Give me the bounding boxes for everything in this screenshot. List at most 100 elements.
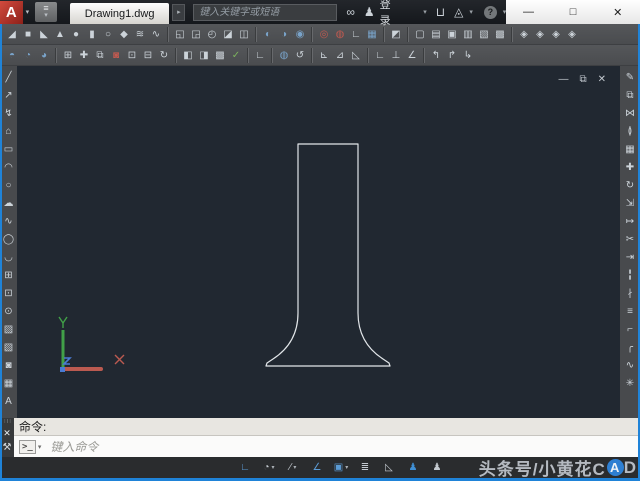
visual-style-gray-icon[interactable]: ▧: [476, 26, 492, 43]
isodraft-icon[interactable]: ◔ ▾: [257, 458, 281, 477]
material-attach-icon[interactable]: ◈: [548, 26, 564, 43]
solid-wedge-icon[interactable]: ◢: [4, 26, 20, 43]
table-icon[interactable]: ▦: [1, 375, 17, 393]
sign-in-caret-icon[interactable]: ▾: [423, 9, 427, 16]
construction-line-icon[interactable]: ↗: [1, 87, 17, 105]
ellipse-arc-icon[interactable]: ◡: [1, 249, 17, 267]
gizmo-rotate-icon[interactable]: ◍: [332, 26, 348, 43]
extract-edges-icon[interactable]: ⊞: [60, 47, 76, 64]
ucs-rotate-x-icon[interactable]: ↰: [428, 47, 444, 64]
make-block-icon[interactable]: ⊡: [1, 285, 17, 303]
ucs-rotate-z-icon[interactable]: ↳: [460, 47, 476, 64]
extrude-icon[interactable]: ≋: [132, 26, 148, 43]
object-snap-icon[interactable]: ▣ ▾: [329, 458, 353, 477]
break-at-point-icon[interactable]: ╏: [622, 267, 638, 285]
command-input-placeholder[interactable]: 键入命令: [50, 438, 98, 455]
revision-cloud-icon[interactable]: ☁: [1, 195, 17, 213]
material-remove-icon[interactable]: ◈: [564, 26, 580, 43]
copy-icon[interactable]: ⧉: [622, 87, 638, 105]
multiline-text-icon[interactable]: A: [1, 393, 17, 411]
intersect-icon[interactable]: ◉: [292, 26, 308, 43]
app-caret-icon[interactable]: ▾: [469, 9, 473, 16]
color-faces-icon[interactable]: ◙: [108, 47, 124, 64]
drawing-tab[interactable]: Drawing1.dwg: [69, 3, 170, 24]
annotation-monitor-2-icon[interactable]: ♟: [425, 458, 449, 477]
ellipse-icon[interactable]: ◯: [1, 231, 17, 249]
scale-icon[interactable]: ⇲: [622, 195, 638, 213]
command-close-icon[interactable]: ✕: [3, 428, 11, 439]
polyline-icon[interactable]: ↯: [1, 105, 17, 123]
rectangle-icon[interactable]: ▭: [1, 141, 17, 159]
model-space-canvas[interactable]: — ⧉ ✕: [17, 66, 620, 418]
union-icon[interactable]: ◐: [260, 26, 276, 43]
array-icon[interactable]: ▦: [622, 141, 638, 159]
material-browser-icon[interactable]: ◈: [516, 26, 532, 43]
recent-commands-caret-icon[interactable]: ▾: [38, 443, 42, 451]
quick-access-toolbar-button[interactable]: ≡ ▾: [35, 2, 57, 22]
help-search-input[interactable]: [193, 3, 338, 21]
ucs-3point-icon[interactable]: ∠: [404, 47, 420, 64]
break-icon[interactable]: ∤: [622, 285, 638, 303]
dynamic-ucs-icon[interactable]: ∟: [348, 26, 364, 43]
line-icon[interactable]: ╱: [1, 69, 17, 87]
imprint-edges-icon[interactable]: ◧: [180, 47, 196, 64]
solid-pyramid-icon[interactable]: ▲: [52, 26, 68, 43]
mirror-icon[interactable]: ⋈: [622, 105, 638, 123]
ucs-world-icon[interactable]: ∟: [252, 47, 268, 64]
subtract-icon[interactable]: ◑: [276, 26, 292, 43]
fillet-icon[interactable]: ╭: [622, 339, 638, 357]
autodesk-app-icon[interactable]: ◬: [454, 6, 463, 18]
material-editor-icon[interactable]: ◈: [532, 26, 548, 43]
visual-style-shaded-edges-icon[interactable]: ▥: [460, 26, 476, 43]
visual-style-wireframe-icon[interactable]: ▢: [412, 26, 428, 43]
ucs-origin-icon[interactable]: ∟: [372, 47, 388, 64]
isodraft-caret-icon[interactable]: ▾: [272, 465, 275, 471]
point-style-icon[interactable]: ⊙: [1, 303, 17, 321]
search-icon[interactable]: ∞: [346, 6, 355, 18]
solid-ramp-icon[interactable]: ◣: [36, 26, 52, 43]
app-menu-caret-icon[interactable]: ▾: [26, 9, 30, 16]
command-input-row[interactable]: >_ ▾ 键入命令: [14, 436, 640, 457]
tab-overflow-button[interactable]: ▸: [172, 3, 186, 21]
slice-icon[interactable]: ◪: [220, 26, 236, 43]
thicken-icon[interactable]: ◫: [236, 26, 252, 43]
interfere-2-icon[interactable]: ◔: [20, 47, 36, 64]
solid-torus-icon[interactable]: ○: [100, 26, 116, 43]
object-snap-tracking-caret-icon[interactable]: ▾: [293, 465, 296, 471]
customize-wrench-icon[interactable]: ⚒: [3, 442, 12, 453]
offset-icon[interactable]: ≬: [622, 123, 638, 141]
chamfer-icon[interactable]: ⌐: [622, 321, 638, 339]
visual-style-shaded-icon[interactable]: ▣: [444, 26, 460, 43]
rotate-faces-icon[interactable]: ↻: [156, 47, 172, 64]
command-panel-grip[interactable]: ∷∷ ✕ ⚒: [0, 418, 14, 457]
move-icon[interactable]: ✚: [622, 159, 638, 177]
check-solid-icon[interactable]: ✓: [228, 47, 244, 64]
command-prompt-icon[interactable]: >_: [19, 439, 36, 454]
annotation-scale-icon[interactable]: ◺: [377, 458, 401, 477]
object-snap-tracking-icon[interactable]: ∕ ▾: [281, 458, 305, 477]
annotation-monitor-icon[interactable]: ♟: [401, 458, 425, 477]
solid-box-icon[interactable]: ■: [20, 26, 36, 43]
app-store-cart-icon[interactable]: ⊔: [436, 6, 445, 18]
object-snap-caret-icon[interactable]: ▾: [345, 465, 348, 471]
circle-icon[interactable]: ○: [1, 177, 17, 195]
ortho-mode-icon[interactable]: ∠: [305, 458, 329, 477]
hatch-icon[interactable]: ▨: [1, 321, 17, 339]
ucs-named-icon[interactable]: ◍: [276, 47, 292, 64]
sign-in-label[interactable]: 登录: [380, 0, 402, 28]
loft-icon[interactable]: ◲: [188, 26, 204, 43]
ucs-previous-icon[interactable]: ↺: [292, 47, 308, 64]
user-icon[interactable]: ♟: [364, 6, 375, 18]
move-faces-icon[interactable]: ✚: [76, 47, 92, 64]
visual-style-realistic-icon[interactable]: ▩: [492, 26, 508, 43]
solid-cylinder-icon[interactable]: ▮: [84, 26, 100, 43]
extend-icon[interactable]: ⇥: [622, 249, 638, 267]
erase-icon[interactable]: ✎: [622, 69, 638, 87]
ucs-icon[interactable]: [37, 314, 129, 376]
sweep-icon[interactable]: ∿: [148, 26, 164, 43]
insert-block-icon[interactable]: ⊞: [1, 267, 17, 285]
gizmo-move-icon[interactable]: ◎: [316, 26, 332, 43]
close-button[interactable]: ✕: [595, 0, 640, 24]
section-plane-icon[interactable]: ◩: [388, 26, 404, 43]
presspull-icon[interactable]: ◱: [172, 26, 188, 43]
